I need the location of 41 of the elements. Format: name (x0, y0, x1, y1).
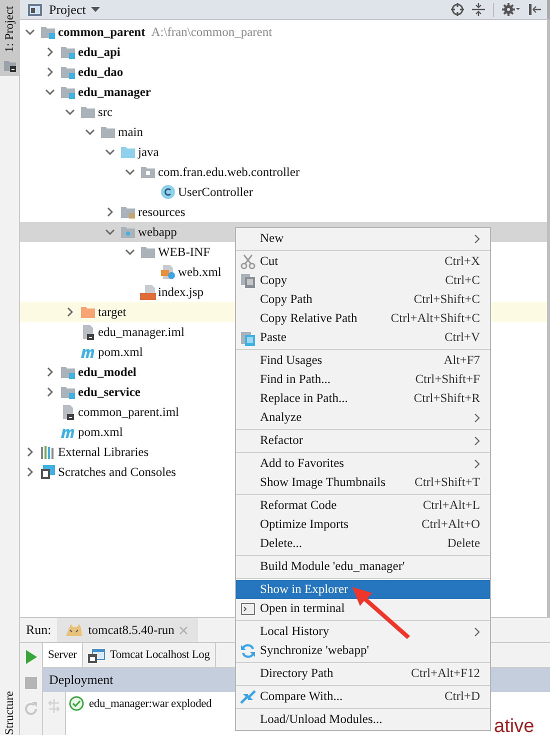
item-label: WEB-INF (158, 244, 210, 260)
item-label: resources (138, 204, 186, 220)
item-label: java (138, 144, 159, 160)
item-label: webapp (138, 224, 177, 240)
shortcut-label: Ctrl+C (445, 273, 480, 288)
item-label: main (118, 124, 143, 140)
run-label: Run: (26, 622, 52, 638)
item-label: edu_manager.iml (98, 324, 184, 340)
item-label: src (98, 104, 113, 120)
shortcut-label: Ctrl+Shift+C (414, 292, 480, 307)
item-label: Scratches and Consoles (58, 464, 176, 480)
shortcut-label: Ctrl+Alt+Shift+C (390, 311, 480, 326)
item-label: edu_manager (78, 84, 151, 100)
deployment-label: edu_manager:war exploded (89, 698, 212, 710)
item-label: edu_dao (78, 64, 124, 80)
shortcut-label: Ctrl+X (444, 254, 480, 269)
shortcut-label: Ctrl+V (444, 330, 480, 345)
item-label: edu_api (78, 44, 120, 60)
item-label: index.jsp (158, 284, 204, 300)
shortcut-label: Alt+F7 (444, 353, 480, 368)
item-label: com.fran.edu.web.controller (158, 164, 300, 180)
item-label: UserController (178, 184, 253, 200)
item-label: pom.xml (78, 424, 123, 440)
item-label: edu_service (78, 384, 140, 400)
item-label: common_parent.iml (78, 404, 180, 420)
item-label: edu_model (78, 364, 136, 380)
shortcut-label: Ctrl+Alt+L (422, 498, 480, 513)
item-label: pom.xml (98, 344, 143, 360)
path-hint: A:\fran\common_parent (151, 24, 272, 40)
shortcut-label: Ctrl+Shift+R (414, 391, 480, 406)
shortcut-label: Ctrl+D (444, 689, 480, 704)
shortcut-label: Delete (447, 536, 480, 551)
item-label: target (98, 304, 126, 320)
shortcut-label: Ctrl+Shift+T (414, 475, 480, 490)
item-label: External Libraries (58, 444, 149, 460)
editor-text: ative (494, 716, 534, 735)
shortcut-label: Ctrl+Shift+F (415, 372, 480, 387)
shortcut-label: Ctrl+Alt+F12 (411, 666, 480, 681)
item-label: common_parent (58, 24, 146, 40)
shortcut-label: Ctrl+Alt+O (421, 517, 480, 532)
item-label: web.xml (178, 264, 222, 280)
